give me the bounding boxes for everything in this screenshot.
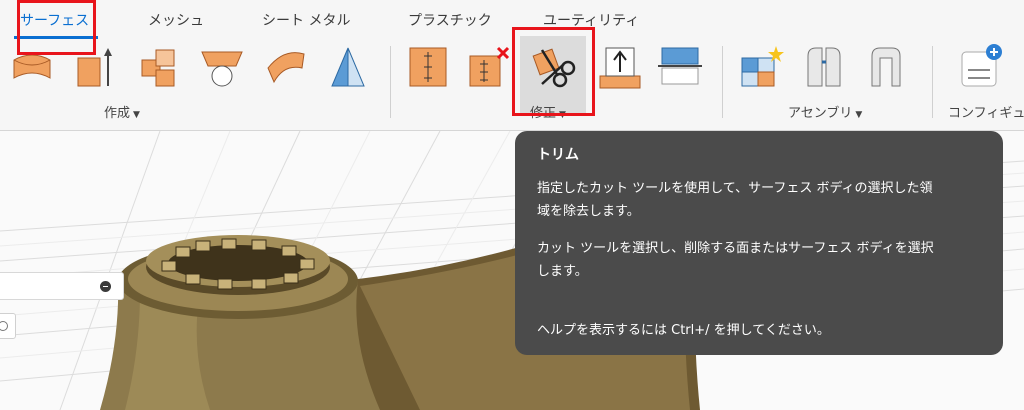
tab-bar: サーフェス メッシュ シート メタル プラスチック ユーティリティ: [0, 0, 1024, 39]
chevron-down-icon: ▼: [855, 110, 863, 120]
tooltip-help: ヘルプを表示するには Ctrl+/ を押してください。: [537, 323, 830, 338]
extend-icon[interactable]: [656, 42, 704, 92]
tab-sheet-metal[interactable]: シート メタル: [262, 10, 350, 30]
configure-label: コンフィギュレ: [948, 106, 1024, 121]
chevron-down-icon: ▼: [559, 110, 566, 120]
configure-icon[interactable]: [956, 42, 1004, 92]
trim-tooltip: トリム 指定したカット ツールを使用して、サーフェス ボディの選択した領 域を除…: [515, 131, 1003, 355]
group-modify-label[interactable]: 修正 ▼: [530, 102, 566, 121]
sweep-icon[interactable]: [262, 42, 310, 92]
new-component-icon[interactable]: [736, 42, 784, 92]
tab-utilities[interactable]: ユーティリティ: [543, 10, 639, 30]
group-configure-label[interactable]: コンフィギュレ: [948, 102, 1024, 121]
patch-icon[interactable]: [136, 42, 184, 92]
toolbar-ribbon: サーフェス メッシュ シート メタル プラスチック ユーティリティ 作成 ▼ 修…: [0, 0, 1024, 131]
tooltip-instructions: カット ツールを選択し、削除する面またはサーフェス ボディを選択 します。: [537, 237, 981, 283]
group-divider: [722, 46, 723, 118]
create-label: 作成: [104, 106, 131, 121]
browser-search-box[interactable]: [0, 272, 124, 300]
tooltip-title: トリム: [537, 147, 579, 163]
group-divider: [390, 46, 391, 118]
revolve-icon[interactable]: [70, 42, 118, 92]
group-divider: [932, 46, 933, 118]
tooltip-line: します。: [537, 264, 588, 279]
collapse-icon[interactable]: [100, 281, 111, 292]
assemble-label: アセンブリ: [788, 106, 853, 121]
tooltip-line: 域を除去します。: [537, 204, 640, 219]
tooltip-line: カット ツールを選択し、削除する面またはサーフェス ボディを選択: [537, 241, 934, 256]
ruled-icon[interactable]: [324, 42, 372, 92]
joint-icon[interactable]: [800, 42, 848, 92]
chevron-down-icon: ▼: [133, 110, 140, 120]
loft-icon[interactable]: [198, 42, 246, 92]
tab-plastic[interactable]: プラスチック: [408, 10, 492, 30]
group-create-label[interactable]: 作成 ▼: [104, 102, 140, 121]
thicken-icon[interactable]: [404, 42, 452, 92]
as-built-joint-icon[interactable]: [862, 42, 910, 92]
tooltip-line: 指定したカット ツールを使用して、サーフェス ボディの選択した領: [537, 181, 933, 196]
tab-mesh[interactable]: メッシュ: [148, 10, 204, 30]
view-icon[interactable]: [0, 313, 16, 339]
tooltip-description: 指定したカット ツールを使用して、サーフェス ボディの選択した領 域を除去します…: [537, 177, 981, 223]
tab-surface[interactable]: サーフェス: [20, 10, 89, 30]
extrude-icon[interactable]: [8, 42, 56, 92]
offset-icon[interactable]: [464, 42, 512, 92]
group-assemble-label[interactable]: アセンブリ ▼: [788, 102, 862, 121]
untrim-icon[interactable]: [596, 42, 644, 92]
active-tab-indicator: [14, 36, 98, 39]
modify-label: 修正: [530, 106, 557, 121]
trim-icon[interactable]: [530, 44, 578, 94]
